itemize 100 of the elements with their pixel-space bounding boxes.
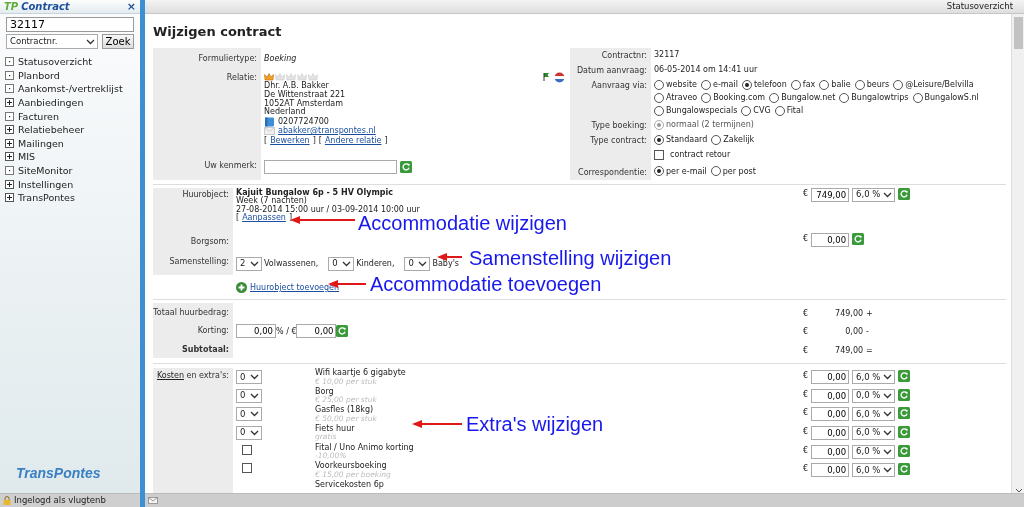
nav-item[interactable]: Aanbiedingen: [18, 97, 84, 109]
nav-item[interactable]: Planbord: [18, 69, 60, 81]
expand-icon[interactable]: [5, 138, 14, 148]
radio-button[interactable]: [654, 105, 664, 116]
dropdown[interactable]: 0: [236, 388, 262, 403]
amount-field[interactable]: 0,00: [811, 232, 850, 247]
expand-icon[interactable]: [5, 193, 14, 203]
radio-button[interactable]: [654, 79, 664, 90]
date-range: 27-08-2014 15:00 uur / 03-09-2014 10:00 uur: [236, 205, 421, 214]
discount-percent-field[interactable]: 0,00: [236, 324, 276, 339]
radio-button[interactable]: [701, 79, 711, 90]
radio-button[interactable]: [774, 105, 785, 116]
scroll-down-icon[interactable]: [1014, 488, 1023, 493]
radio-button[interactable]: [769, 92, 780, 103]
radio-button[interactable]: [854, 79, 865, 90]
amount-field[interactable]: 0,00: [811, 425, 850, 440]
close-button[interactable]: ×: [126, 1, 136, 12]
radio-button[interactable]: [819, 79, 830, 90]
dropdown[interactable]: 0: [236, 425, 262, 440]
radio-button[interactable]: [741, 79, 752, 90]
radio-button[interactable]: [654, 92, 664, 103]
nav-item[interactable]: Statusoverzicht: [18, 56, 93, 68]
currency-symbol: €: [803, 444, 809, 456]
dropdown[interactable]: 6,0 %: [852, 370, 896, 385]
amount-field[interactable]: 0,00: [811, 388, 850, 403]
dropdown[interactable]: 2: [236, 257, 262, 272]
costs-link[interactable]: Kosten: [156, 371, 184, 381]
dropdown[interactable]: 0: [328, 257, 355, 272]
dropdown[interactable]: 0: [404, 257, 431, 272]
refresh-icon[interactable]: [336, 325, 349, 338]
adjust-link[interactable]: Aanpassen: [242, 214, 286, 224]
expand-icon[interactable]: [5, 152, 14, 162]
add-accommodation-link[interactable]: Huurobject toevoegen: [250, 281, 340, 294]
radio-button[interactable]: [893, 79, 904, 90]
radio-button[interactable]: [790, 79, 801, 90]
radio-button[interactable]: [741, 105, 752, 116]
radio-button[interactable]: [654, 134, 664, 145]
radio-button[interactable]: [711, 134, 722, 145]
status-overview-link[interactable]: Statusoverzicht: [946, 1, 1013, 12]
dropdown[interactable]: 6,0 %: [852, 407, 896, 422]
amount-field[interactable]: 0,00: [811, 444, 850, 459]
dropdown[interactable]: 6,0 %: [852, 187, 896, 202]
expand-icon[interactable]: [5, 98, 14, 108]
checkbox[interactable]: [242, 463, 252, 474]
amount-field[interactable]: 0,00: [811, 370, 850, 385]
nav-item[interactable]: Relatiebeheer: [18, 124, 85, 136]
expand-icon[interactable]: [5, 179, 14, 189]
dropdown[interactable]: 0: [236, 370, 262, 385]
email-link[interactable]: abakker@transpontes.nl: [278, 127, 376, 136]
nav-item[interactable]: Aankomst-/vertreklijst: [18, 83, 123, 95]
radio-button[interactable]: [701, 92, 712, 103]
scrollbar[interactable]: [1011, 14, 1024, 493]
refresh-icon[interactable]: [852, 232, 865, 245]
expand-icon[interactable]: [5, 125, 14, 135]
radio-button[interactable]: [839, 92, 850, 103]
refresh-icon[interactable]: [898, 463, 911, 476]
amount-field[interactable]: 749,00: [811, 187, 850, 202]
nav-item[interactable]: Instellingen: [18, 178, 74, 190]
nav-item[interactable]: TransPontes: [18, 192, 75, 204]
link[interactable]: Andere relatie: [324, 136, 382, 146]
search-type-dropdown[interactable]: Contractnr.: [6, 34, 98, 49]
radio-button[interactable]: [710, 166, 721, 176]
dropdown[interactable]: 6,0 %: [852, 463, 896, 478]
refresh-icon[interactable]: [898, 425, 911, 438]
currency-symbol: €: [803, 344, 809, 356]
scrollbar-thumb[interactable]: [1014, 17, 1023, 49]
amount-field[interactable]: 0,00: [811, 407, 850, 422]
checkbox[interactable]: [654, 149, 664, 160]
link[interactable]: Bewerken: [270, 136, 310, 146]
refresh-icon[interactable]: [898, 370, 911, 383]
checkbox[interactable]: [242, 444, 252, 455]
radio-button[interactable]: [654, 166, 664, 176]
dropdown[interactable]: 0: [236, 407, 262, 422]
refresh-icon[interactable]: [898, 187, 911, 200]
nav-item[interactable]: SiteMonitor: [18, 165, 73, 177]
phone-number: 0207724700: [278, 117, 329, 126]
arrow: [290, 216, 355, 224]
radio-button[interactable]: [912, 92, 923, 103]
app-title: Contract: [21, 1, 70, 12]
refresh-icon[interactable]: [898, 407, 911, 420]
search-field[interactable]: 32117: [6, 17, 134, 32]
nav-item[interactable]: Facturen: [18, 110, 59, 122]
dropdown[interactable]: 0,0 %: [852, 388, 896, 403]
amount-field[interactable]: 0,00: [811, 463, 850, 478]
extra-name: Borg: [315, 386, 334, 397]
dropdown[interactable]: 6,0 %: [852, 444, 896, 459]
nav-item[interactable]: Mailingen: [18, 137, 64, 149]
refresh-icon[interactable]: [399, 160, 412, 173]
amount-text: 0,00: [844, 326, 864, 338]
reference-field[interactable]: [264, 159, 397, 174]
guest-type-text: Baby's: [432, 258, 460, 270]
refresh-icon[interactable]: [898, 444, 911, 457]
discount-amount-field[interactable]: 0,00: [296, 324, 337, 339]
search-button[interactable]: Zoek: [102, 34, 134, 49]
dropdown[interactable]: 6,0 %: [852, 425, 896, 440]
nav-item[interactable]: MIS: [18, 151, 36, 163]
guest-type-text: Kinderen,: [356, 258, 395, 270]
envelope-icon[interactable]: [148, 497, 158, 504]
refresh-icon[interactable]: [898, 388, 911, 401]
unit-text: % / €: [276, 326, 297, 336]
